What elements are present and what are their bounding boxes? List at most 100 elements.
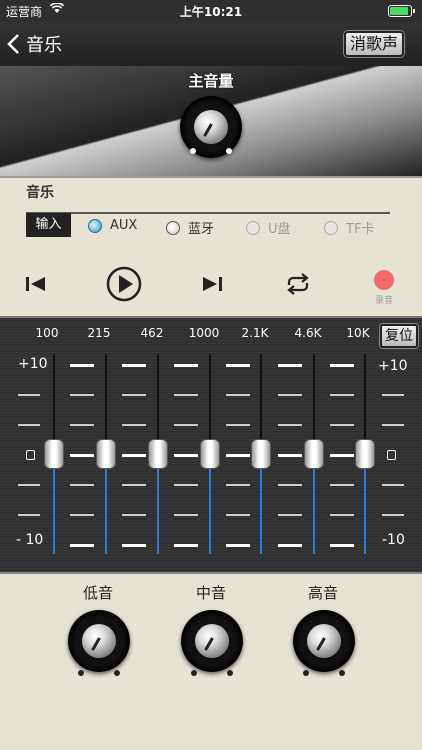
scale-tick bbox=[330, 514, 354, 516]
scale-tick bbox=[122, 484, 146, 486]
eq-slider-fill bbox=[364, 454, 366, 554]
master-volume-panel: 主音量 bbox=[0, 66, 422, 178]
repeat-button[interactable] bbox=[284, 273, 312, 299]
scale-tick bbox=[122, 544, 146, 547]
status-time: 上午10:21 bbox=[179, 5, 243, 19]
scale-tick bbox=[122, 394, 146, 396]
nav-bar: 音乐 消歌声 bbox=[0, 22, 422, 66]
eq-slider-thumb-10K[interactable] bbox=[355, 439, 375, 469]
scale-tick bbox=[18, 394, 40, 396]
scale-tick bbox=[174, 454, 198, 457]
freq-label: 462 bbox=[140, 326, 164, 340]
scale-tick bbox=[174, 364, 198, 367]
radio-icon bbox=[246, 220, 260, 235]
mid-knob[interactable] bbox=[177, 606, 247, 676]
eq-slider-thumb-100[interactable] bbox=[44, 439, 64, 469]
record-button[interactable]: 录音 bbox=[374, 270, 394, 306]
scale-tick bbox=[226, 514, 250, 516]
battery-icon bbox=[388, 5, 415, 17]
status-bar: 运营商 上午10:21 bbox=[0, 0, 422, 22]
eq-slider-thumb-215[interactable] bbox=[96, 439, 116, 469]
scale-tick bbox=[174, 484, 198, 486]
scale-tick bbox=[278, 364, 302, 367]
scale-tick bbox=[70, 514, 94, 516]
scale-tick bbox=[174, 394, 198, 396]
vocal-remove-button[interactable]: 消歌声 bbox=[343, 31, 404, 57]
music-panel: 音乐 输入 AUX 蓝牙 U盘 TF卡 录音 bbox=[0, 178, 422, 316]
scale-tick bbox=[122, 514, 146, 516]
freq-label: 2.1K bbox=[241, 326, 269, 340]
input-option-tf[interactable]: TF卡 bbox=[324, 218, 374, 237]
eq-slider-fill bbox=[157, 454, 159, 554]
eq-slider-fill bbox=[313, 454, 315, 554]
scale-min-label: - 10 bbox=[16, 532, 44, 548]
treble-label: 高音 bbox=[307, 584, 338, 602]
eq-slider-thumb-1000[interactable] bbox=[200, 439, 220, 469]
divider bbox=[26, 212, 390, 214]
scale-tick bbox=[330, 484, 354, 486]
master-volume-label: 主音量 bbox=[188, 72, 234, 90]
radio-icon bbox=[324, 220, 338, 235]
back-button[interactable]: 音乐 bbox=[6, 30, 62, 58]
reset-button[interactable]: 复位 bbox=[380, 324, 418, 348]
play-icon bbox=[106, 266, 142, 302]
eq-slider-thumb-4.6K[interactable] bbox=[304, 439, 324, 469]
scale-tick bbox=[18, 424, 40, 426]
scale-tick bbox=[278, 544, 302, 547]
eq-slider-fill bbox=[53, 454, 55, 554]
record-icon bbox=[374, 270, 394, 290]
scale-tick bbox=[174, 544, 198, 547]
eq-slider-fill bbox=[105, 454, 107, 554]
scale-tick bbox=[278, 394, 302, 396]
scale-tick bbox=[330, 544, 354, 547]
scale-tick bbox=[226, 454, 250, 457]
scale-tick bbox=[382, 424, 404, 426]
scale-max-label: +10 bbox=[18, 356, 48, 372]
tone-panel: 低音 中音 高音 bbox=[0, 574, 422, 750]
freq-label: 100 bbox=[35, 326, 59, 340]
scale-tick bbox=[330, 454, 354, 457]
radio-icon bbox=[88, 218, 102, 233]
bass-knob[interactable] bbox=[64, 606, 134, 676]
scale-tick bbox=[122, 424, 146, 426]
scale-tick bbox=[122, 364, 146, 367]
play-button[interactable] bbox=[106, 266, 142, 306]
freq-label: 10K bbox=[346, 326, 370, 340]
input-option-label: U盘 bbox=[268, 222, 291, 237]
mid-label: 中音 bbox=[195, 584, 226, 602]
input-option-label: AUX bbox=[110, 218, 138, 233]
input-option-usb[interactable]: U盘 bbox=[246, 218, 291, 237]
scale-tick bbox=[278, 514, 302, 516]
eq-slider-thumb-462[interactable] bbox=[148, 439, 168, 469]
previous-button[interactable] bbox=[24, 274, 48, 298]
eq-slider-fill bbox=[260, 454, 262, 554]
input-option-aux[interactable]: AUX bbox=[88, 218, 137, 233]
scale-tick bbox=[330, 394, 354, 396]
scale-tick bbox=[174, 424, 198, 426]
freq-label: 1000 bbox=[188, 326, 220, 340]
music-title: 音乐 bbox=[26, 185, 54, 201]
input-option-bluetooth[interactable]: 蓝牙 bbox=[166, 218, 214, 237]
scale-tick bbox=[382, 394, 404, 396]
master-volume-knob[interactable] bbox=[176, 92, 246, 162]
scale-tick bbox=[278, 454, 302, 457]
scale-tick bbox=[70, 394, 94, 396]
scale-tick bbox=[382, 484, 404, 486]
zero-mark-icon bbox=[387, 450, 396, 460]
input-option-label: TF卡 bbox=[346, 222, 375, 237]
scale-tick bbox=[226, 544, 250, 547]
treble-knob[interactable] bbox=[289, 606, 359, 676]
eq-slider-thumb-2.1K[interactable] bbox=[251, 439, 271, 469]
scale-tick bbox=[226, 484, 250, 486]
scale-tick bbox=[18, 484, 40, 486]
repeat-icon bbox=[287, 273, 309, 295]
scale-max-label-right: +10 bbox=[378, 358, 408, 374]
scale-tick bbox=[278, 484, 302, 486]
scale-tick bbox=[330, 424, 354, 426]
next-button[interactable] bbox=[200, 274, 224, 298]
chevron-left-icon bbox=[7, 34, 19, 54]
record-label: 录音 bbox=[374, 296, 393, 306]
bass-label: 低音 bbox=[82, 584, 113, 602]
scale-tick bbox=[70, 424, 94, 426]
scale-tick bbox=[70, 364, 94, 367]
